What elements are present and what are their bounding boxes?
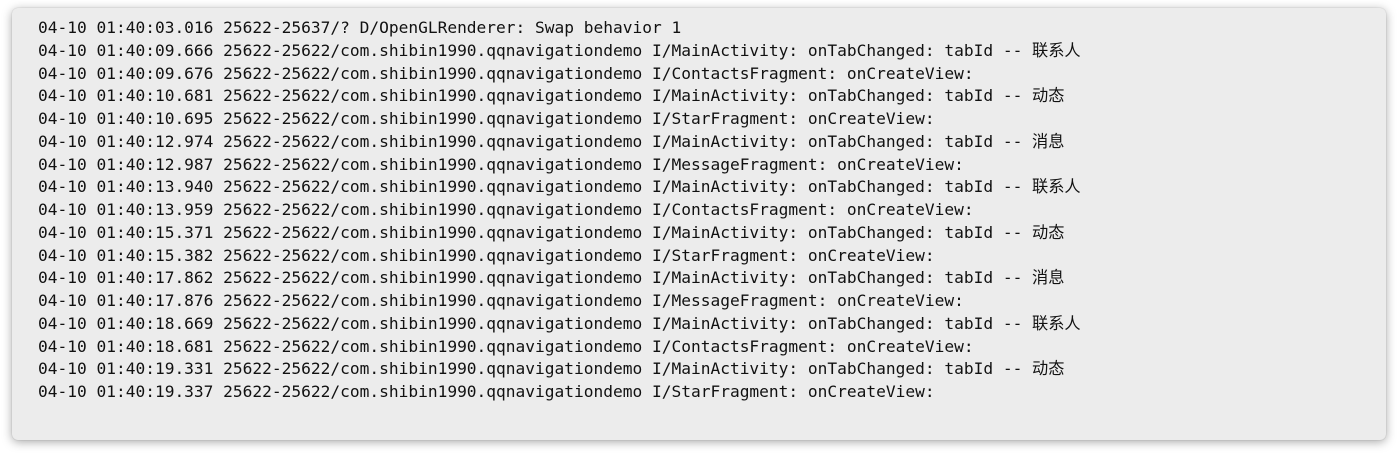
log-line: 04-10 01:40:19.331 25622-25622/com.shibi… xyxy=(38,359,1065,379)
log-line: 04-10 01:40:09.676 25622-25622/com.shibi… xyxy=(38,63,974,83)
log-line: 04-10 01:40:18.681 25622-25622/com.shibi… xyxy=(38,336,974,356)
log-line: 04-10 01:40:12.987 25622-25622/com.shibi… xyxy=(38,154,964,174)
log-line: 04-10 01:40:13.959 25622-25622/com.shibi… xyxy=(38,200,974,219)
log-line: 04-10 01:40:10.681 25622-25622/com.shibi… xyxy=(38,86,1065,106)
log-line: 04-10 01:40:17.862 25622-25622/com.shibi… xyxy=(38,268,1065,288)
log-line: 04-10 01:40:10.695 25622-25622/com.shibi… xyxy=(38,109,935,128)
log-line: 04-10 01:40:15.371 25622-25622/com.shibi… xyxy=(38,222,1065,242)
log-line: 04-10 01:40:12.974 25622-25622/com.shibi… xyxy=(38,131,1065,151)
log-line: 04-10 01:40:17.876 25622-25622/com.shibi… xyxy=(38,291,964,310)
log-line: 04-10 01:40:18.669 25622-25622/com.shibi… xyxy=(38,313,1081,333)
logcat-output[interactable]: 04-10 01:40:03.016 25622-25637/? D/OpenG… xyxy=(38,17,1081,404)
log-line: 04-10 01:40:13.940 25622-25622/com.shibi… xyxy=(38,177,1081,197)
log-line: 04-10 01:40:19.337 25622-25622/com.shibi… xyxy=(38,382,935,401)
log-line: 04-10 01:40:09.666 25622-25622/com.shibi… xyxy=(38,40,1081,60)
logcat-window: 04-10 01:40:03.016 25622-25637/? D/OpenG… xyxy=(12,8,1386,440)
log-line: 04-10 01:40:03.016 25622-25637/? D/OpenG… xyxy=(38,18,682,37)
log-line: 04-10 01:40:15.382 25622-25622/com.shibi… xyxy=(38,245,935,265)
